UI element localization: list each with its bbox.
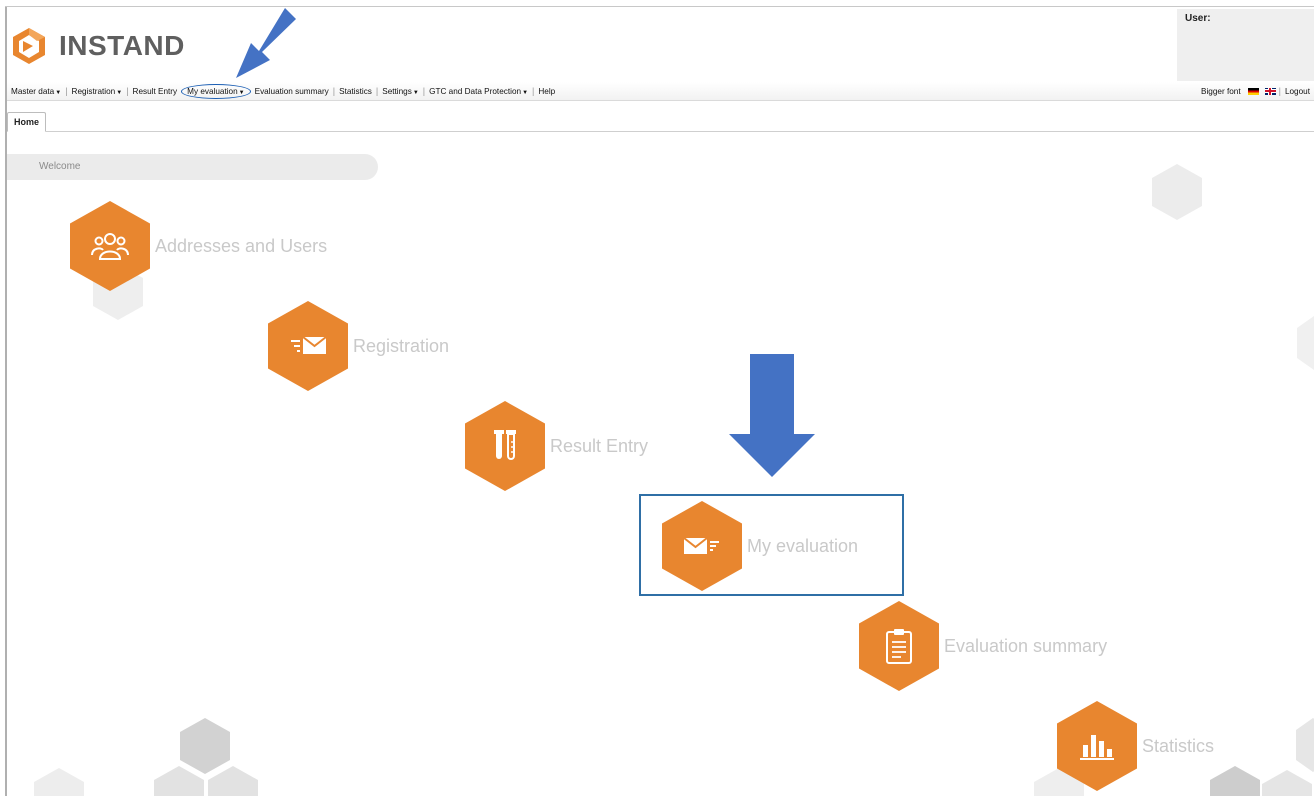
caret-down-icon: ▼ bbox=[116, 89, 123, 96]
caret-down-icon: ▼ bbox=[238, 89, 245, 96]
logo-text: INSTAND bbox=[59, 30, 185, 61]
menu-my-evaluation[interactable]: My evaluation▼ bbox=[181, 83, 251, 99]
flag-uk-icon[interactable] bbox=[1264, 87, 1276, 95]
menu-evaluation-summary[interactable]: Evaluation summary bbox=[251, 87, 333, 96]
tab-bar: Home bbox=[7, 110, 1314, 132]
menu-label: Result Entry bbox=[132, 86, 178, 96]
decorative-hexagon bbox=[1210, 766, 1260, 796]
tile-hexagon bbox=[859, 601, 939, 691]
decorative-hexagon bbox=[154, 766, 204, 796]
menu-label: My evaluation bbox=[187, 86, 238, 96]
tile-registration[interactable]: Registration bbox=[268, 301, 449, 391]
menu-master-data[interactable]: Master data▼ bbox=[7, 87, 65, 96]
tile-hexagon bbox=[268, 301, 348, 391]
users-icon bbox=[91, 233, 129, 260]
main-menu: Master data▼ | Registration▼ | Result En… bbox=[7, 82, 559, 100]
decorative-hexagon bbox=[1262, 770, 1312, 796]
user-panel: User: bbox=[1177, 9, 1314, 81]
tile-label: Result Entry bbox=[550, 435, 649, 456]
menu-label: GTC and Data Protection bbox=[429, 86, 522, 96]
tile-hexagon bbox=[465, 401, 545, 491]
menu-statistics[interactable]: Statistics bbox=[335, 87, 376, 96]
welcome-text: Welcome bbox=[39, 161, 81, 172]
caret-down-icon: ▼ bbox=[412, 89, 419, 96]
menu-label: Registration bbox=[71, 86, 116, 96]
annotation-arrow-icon bbox=[729, 354, 815, 477]
menu-help[interactable]: Help bbox=[534, 87, 559, 96]
tile-result-entry[interactable]: Result Entry bbox=[465, 401, 648, 491]
logout-link[interactable]: Logout bbox=[1281, 87, 1314, 96]
main-menu-bar: Master data▼ | Registration▼ | Result En… bbox=[7, 82, 1314, 101]
instand-logo-icon bbox=[13, 28, 45, 64]
decorative-hexagon bbox=[208, 766, 258, 796]
menu-result-entry[interactable]: Result Entry bbox=[129, 87, 182, 96]
tile-hexagon bbox=[1057, 701, 1137, 791]
test-tubes-icon bbox=[494, 430, 516, 460]
menu-label: Master data bbox=[11, 86, 55, 96]
tile-hexagon bbox=[70, 201, 150, 291]
menu-gtc-data-protection[interactable]: GTC and Data Protection▼ bbox=[425, 87, 532, 96]
highlight-box bbox=[639, 494, 904, 596]
decorative-hexagon bbox=[1297, 316, 1314, 370]
user-label: User: bbox=[1185, 13, 1211, 24]
menu-registration[interactable]: Registration▼ bbox=[68, 87, 127, 96]
clipboard-icon bbox=[886, 629, 912, 664]
caret-down-icon: ▼ bbox=[55, 89, 62, 96]
decorative-hexagon bbox=[1152, 164, 1202, 220]
decorative-hexagon bbox=[34, 768, 84, 796]
bar-chart-icon bbox=[1080, 735, 1114, 760]
tile-statistics[interactable]: Statistics bbox=[1057, 701, 1214, 791]
menu-right: Bigger font | Logout bbox=[1197, 82, 1314, 100]
send-mail-icon bbox=[291, 336, 327, 354]
window-border-top bbox=[5, 6, 1314, 7]
menu-label: Settings bbox=[382, 86, 412, 96]
bigger-font-link[interactable]: Bigger font bbox=[1197, 87, 1245, 96]
annotation-arrow-icon bbox=[236, 8, 296, 78]
flag-germany-icon[interactable] bbox=[1247, 87, 1259, 95]
tile-evaluation-summary[interactable]: Evaluation summary bbox=[859, 601, 1107, 691]
menu-label: Help bbox=[538, 86, 556, 96]
tile-label: Registration bbox=[353, 335, 450, 356]
menu-label: Statistics bbox=[339, 86, 372, 96]
tile-addresses-and-users[interactable]: Addresses and Users bbox=[70, 201, 327, 291]
tile-label: Statistics bbox=[1142, 735, 1215, 756]
caret-down-icon: ▼ bbox=[522, 89, 529, 96]
menu-label: Evaluation summary bbox=[254, 86, 329, 96]
instand-logo[interactable]: INSTAND bbox=[11, 27, 185, 65]
tab-home[interactable]: Home bbox=[7, 112, 47, 132]
menu-settings[interactable]: Settings▼ bbox=[378, 87, 423, 96]
tile-label: Addresses and Users bbox=[155, 235, 328, 256]
tile-label: Evaluation summary bbox=[944, 635, 1108, 656]
app-window: INSTAND User: Master data▼ | Registratio… bbox=[0, 0, 1314, 796]
welcome-banner: Welcome bbox=[7, 154, 378, 180]
decorative-hexagon bbox=[1296, 718, 1314, 772]
